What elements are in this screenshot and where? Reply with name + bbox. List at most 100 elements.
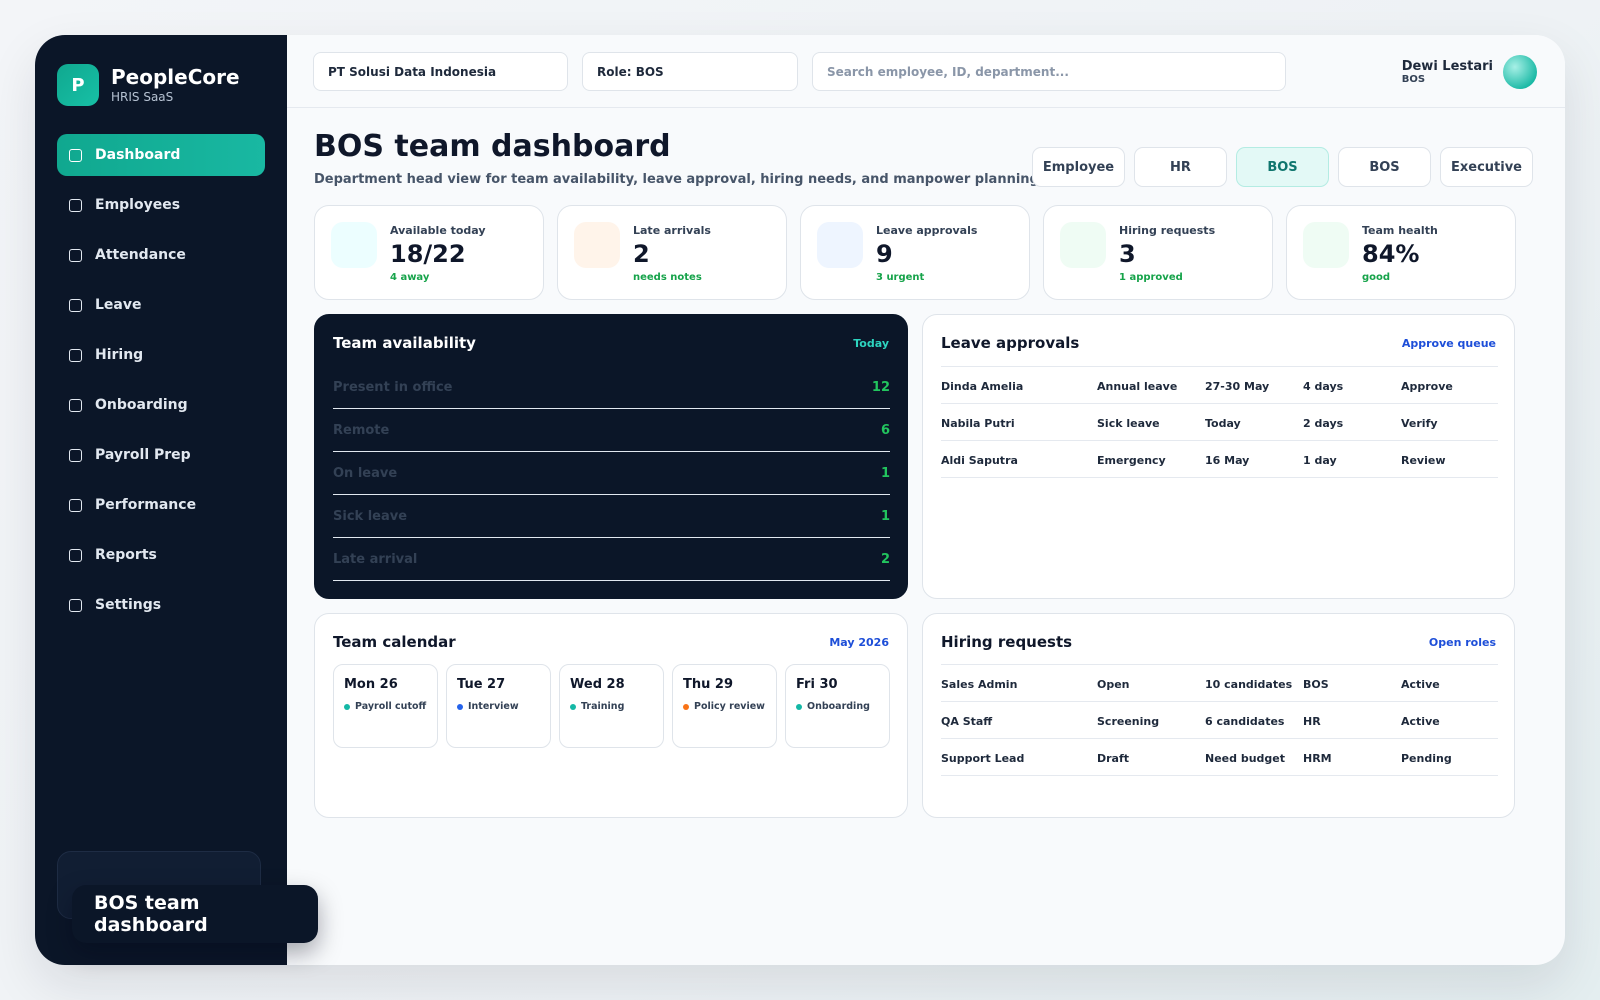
topbar: PT Solusi Data Indonesia Role: BOS Searc… — [287, 35, 1565, 108]
cell-status: Pending — [1401, 752, 1452, 765]
calendar-day[interactable]: Wed 28 Training — [559, 664, 664, 748]
square-icon — [69, 348, 82, 362]
tab-hr[interactable]: HR — [1134, 147, 1227, 187]
sidebar-item-label: Hiring — [95, 347, 144, 363]
brand-subtitle: HRIS SaaS — [111, 90, 174, 104]
cell-employee: Dinda Amelia — [941, 380, 1024, 393]
availability-value: 1 — [880, 508, 890, 524]
square-icon — [69, 498, 82, 512]
table-row[interactable]: Support Lead Draft Need budget HRM Pendi… — [941, 739, 1498, 776]
stat-card-hiring: Hiring requests 3 1 approved — [1043, 205, 1273, 300]
sidebar-item-onboarding[interactable]: Onboarding — [57, 384, 265, 426]
cell-stage: Screening — [1097, 715, 1160, 728]
sidebar-item-label: Payroll Prep — [95, 447, 191, 463]
app-window: P PeopleCore HRIS SaaS Dashboard Employe… — [35, 35, 1565, 965]
availability-label: Sick leave — [333, 508, 408, 524]
role-tabs: Employee HR BOS BOS Executive — [1032, 147, 1533, 187]
availability-label: On leave — [333, 465, 398, 481]
calendar-day[interactable]: Fri 30 Onboarding — [785, 664, 890, 748]
sidebar-item-leave[interactable]: Leave — [57, 284, 265, 326]
sidebar-item-label: Settings — [95, 597, 162, 613]
cell-role: Sales Admin — [941, 678, 1018, 691]
today-badge: Today — [853, 337, 889, 350]
cell-dates: 27-30 May — [1205, 380, 1270, 393]
search-input[interactable]: Search employee, ID, department... — [812, 52, 1286, 91]
cell-candidates: 6 candidates — [1205, 715, 1285, 728]
table-row[interactable]: QA Staff Screening 6 candidates HR Activ… — [941, 702, 1498, 739]
brand: P PeopleCore HRIS SaaS — [57, 64, 240, 106]
calendar-event: Training — [570, 701, 624, 712]
stat-card-available: Available today 18/22 4 away — [314, 205, 544, 300]
sidebar-item-performance[interactable]: Performance — [57, 484, 265, 526]
table-row[interactable]: Dinda Amelia Annual leave 27-30 May 4 da… — [941, 367, 1498, 404]
calendar-month-link[interactable]: May 2026 — [829, 636, 889, 649]
tab-employee[interactable]: Employee — [1032, 147, 1125, 187]
sidebar-item-dashboard[interactable]: Dashboard — [57, 134, 265, 176]
availability-row: Remote 6 — [333, 409, 890, 452]
availability-row: Present in office 12 — [333, 366, 890, 409]
stat-icon — [817, 222, 863, 268]
event-dot-icon — [683, 703, 689, 710]
sidebar-item-label: Onboarding — [95, 397, 188, 413]
user-role: BOS — [1401, 74, 1426, 85]
cell-duration: 2 days — [1303, 417, 1344, 430]
tab-bos[interactable]: BOS — [1236, 147, 1329, 187]
cell-duration: 4 days — [1303, 380, 1344, 393]
sidebar-item-label: Performance — [95, 497, 197, 513]
company-selector[interactable]: PT Solusi Data Indonesia — [313, 52, 568, 91]
calendar-event-label: Payroll cutoff — [355, 701, 427, 712]
stat-note: needs notes — [633, 272, 702, 283]
brand-logo: P — [57, 64, 99, 106]
cell-dates: Today — [1205, 417, 1241, 430]
stat-icon — [331, 222, 377, 268]
sidebar-item-label: Employees — [95, 197, 181, 213]
stat-label: Late arrivals — [633, 224, 711, 237]
stat-label: Team health — [1362, 224, 1438, 237]
sidebar-item-payroll-prep[interactable]: Payroll Prep — [57, 434, 265, 476]
calendar-day-name: Fri 30 — [796, 677, 838, 692]
cell-dates: 16 May — [1205, 454, 1250, 467]
cell-owner: HR — [1303, 715, 1321, 728]
role-selector[interactable]: Role: BOS — [582, 52, 798, 91]
user-menu[interactable]: Dewi Lestari BOS — [1402, 55, 1537, 89]
table-row[interactable]: Aldi Saputra Emergency 16 May 1 day Revi… — [941, 441, 1498, 478]
cell-action[interactable]: Review — [1401, 454, 1446, 467]
calendar-day[interactable]: Mon 26 Payroll cutoff — [333, 664, 438, 748]
calendar-day[interactable]: Tue 27 Interview — [446, 664, 551, 748]
sidebar-item-settings[interactable]: Settings — [57, 584, 265, 626]
sidebar-item-reports[interactable]: Reports — [57, 534, 265, 576]
table-row[interactable]: Nabila Putri Sick leave Today 2 days Ver… — [941, 404, 1498, 441]
cell-stage: Draft — [1097, 752, 1130, 765]
event-dot-icon — [796, 703, 802, 710]
calendar-day[interactable]: Thu 29 Policy review — [672, 664, 777, 748]
cell-employee: Nabila Putri — [941, 417, 1015, 430]
brand-name: PeopleCore — [111, 65, 240, 89]
panel-title: Leave approvals — [941, 334, 1080, 352]
sidebar-item-label: Attendance — [95, 247, 186, 263]
availability-value: 2 — [880, 551, 890, 567]
main-content: PT Solusi Data Indonesia Role: BOS Searc… — [287, 35, 1565, 965]
stat-card-health: Team health 84% good — [1286, 205, 1516, 300]
sidebar-item-employees[interactable]: Employees — [57, 184, 265, 226]
event-dot-icon — [344, 703, 350, 710]
approve-queue-link[interactable]: Approve queue — [1402, 337, 1496, 350]
user-name: Dewi Lestari — [1401, 59, 1493, 74]
cell-action[interactable]: Verify — [1401, 417, 1438, 430]
stat-cards: Available today 18/22 4 away Late arriva… — [314, 205, 1516, 300]
availability-row: On leave 1 — [333, 452, 890, 495]
table-row[interactable]: Sales Admin Open 10 candidates BOS Activ… — [941, 665, 1498, 702]
brand-text: PeopleCore HRIS SaaS — [111, 65, 240, 105]
tab-executive[interactable]: Executive — [1440, 147, 1533, 187]
calendar-day-name: Wed 28 — [570, 677, 625, 692]
calendar-day-name: Thu 29 — [683, 677, 733, 692]
sidebar-item-attendance[interactable]: Attendance — [57, 234, 265, 276]
stat-icon — [1060, 222, 1106, 268]
tab-bos-2[interactable]: BOS — [1338, 147, 1431, 187]
open-roles-link[interactable]: Open roles — [1429, 636, 1496, 649]
stat-card-leave: Leave approvals 9 3 urgent — [800, 205, 1030, 300]
sidebar-nav: Dashboard Employees Attendance Leave Hir… — [57, 134, 265, 634]
sidebar-item-hiring[interactable]: Hiring — [57, 334, 265, 376]
avatar[interactable] — [1503, 55, 1537, 89]
page-subtitle: Department head view for team availabili… — [314, 172, 1044, 187]
cell-action[interactable]: Approve — [1401, 380, 1453, 393]
